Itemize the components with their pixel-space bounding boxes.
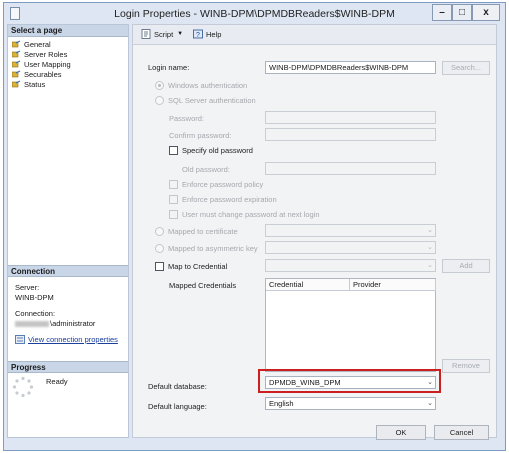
properties-icon <box>15 335 25 344</box>
mapped-credentials-label: Mapped Credentials <box>169 281 237 290</box>
progress-header: Progress <box>8 361 128 373</box>
progress-status: Ready <box>46 377 68 386</box>
enforce-expiration-checkbox[interactable] <box>169 195 178 204</box>
enforce-expiration-label: Enforce password expiration <box>182 195 277 204</box>
password-field[interactable] <box>265 111 436 124</box>
login-name-label: Login name: <box>148 63 190 72</box>
ok-button[interactable]: OK <box>376 425 426 440</box>
chevron-down-icon: ⌄ <box>427 244 433 251</box>
default-language-dropdown[interactable]: English ⌄ <box>265 397 436 410</box>
must-change-checkbox[interactable] <box>169 210 178 219</box>
must-change-label: User must change password at next login <box>182 210 320 219</box>
old-password-label: Old password: <box>182 165 230 174</box>
maximize-button[interactable]: □ <box>452 4 472 21</box>
mapped-to-certificate-label: Mapped to certificate <box>168 227 238 236</box>
script-label: Script <box>154 29 174 39</box>
search-button[interactable]: Search... <box>442 61 490 75</box>
connection-label: Connection: <box>15 309 56 318</box>
page-icon <box>12 80 21 88</box>
sidebar-item-status[interactable]: Status <box>12 79 45 89</box>
select-page-header: Select a page <box>8 25 128 37</box>
mapped-credentials-grid[interactable]: Credential Provider <box>265 278 436 372</box>
old-password-field[interactable] <box>265 162 436 175</box>
page-icon <box>12 50 21 58</box>
confirm-password-field[interactable] <box>265 128 436 141</box>
windows-auth-radio[interactable] <box>155 81 164 90</box>
enforce-policy-checkbox[interactable] <box>169 180 178 189</box>
svg-text:?: ? <box>196 32 200 39</box>
help-icon: ? <box>193 29 203 39</box>
enforce-policy-label: Enforce password policy <box>182 180 264 189</box>
mapped-to-asymmetric-key-label: Mapped to asymmetric key <box>168 244 258 253</box>
close-button[interactable]: x <box>472 4 500 21</box>
redacted-domain <box>15 321 49 328</box>
page-icon <box>12 70 21 78</box>
toolbar: Script ▼ ? Help <box>133 25 496 45</box>
connection-header: Connection <box>8 265 128 277</box>
default-database-label: Default database: <box>148 382 207 391</box>
chevron-down-icon: ▼ <box>177 31 184 37</box>
login-name-field[interactable]: WINB-DPM\DPMDBReaders$WINB-DPM <box>265 61 436 74</box>
connection-account: \administrator <box>50 319 96 328</box>
map-to-credential-label: Map to Credential <box>168 262 228 271</box>
asymmetric-key-dropdown[interactable]: ⌄ <box>265 241 436 254</box>
mapped-to-asymmetric-key-radio[interactable] <box>155 244 164 253</box>
add-credential-button[interactable]: Add <box>442 259 490 273</box>
column-header-credential[interactable]: Credential <box>266 279 350 291</box>
server-value: WINB-DPM <box>15 293 54 302</box>
view-connection-properties-label: View connection properties <box>28 335 118 344</box>
specify-old-password-label: Specify old password <box>182 146 253 155</box>
specify-old-password-checkbox[interactable] <box>169 146 178 155</box>
chevron-down-icon: ⌄ <box>427 400 433 407</box>
map-to-credential-checkbox[interactable] <box>155 262 164 271</box>
connection-value: \administrator <box>15 319 95 328</box>
sidebar-item-label: General <box>24 39 51 49</box>
help-button[interactable]: ? Help <box>193 29 221 39</box>
sql-auth-label: SQL Server authentication <box>168 96 256 105</box>
page-icon <box>12 60 21 68</box>
script-icon <box>141 29 151 39</box>
sidebar-item-general[interactable]: General <box>12 39 51 49</box>
default-language-label: Default language: <box>148 402 207 411</box>
server-label: Server: <box>15 283 40 292</box>
default-language-value: English <box>269 399 294 408</box>
sidebar-item-user-mapping[interactable]: User Mapping <box>12 59 71 69</box>
title-bar[interactable]: Login Properties - WINB-DPM\DPMDBReaders… <box>4 3 505 25</box>
window-title: Login Properties - WINB-DPM\DPMDBReaders… <box>114 8 395 20</box>
sidebar-item-securables[interactable]: Securables <box>12 69 62 79</box>
mapped-to-certificate-radio[interactable] <box>155 227 164 236</box>
progress-spinner-icon <box>12 376 34 398</box>
sidebar-item-label: Securables <box>24 69 62 79</box>
script-button[interactable]: Script ▼ <box>141 29 183 39</box>
confirm-password-label: Confirm password: <box>169 131 232 140</box>
view-connection-properties-link[interactable]: View connection properties <box>15 335 118 344</box>
help-label: Help <box>206 29 222 39</box>
windows-auth-label: Windows authentication <box>168 81 248 90</box>
sql-auth-radio[interactable] <box>155 96 164 105</box>
certificate-dropdown[interactable]: ⌄ <box>265 224 436 237</box>
column-header-provider[interactable]: Provider <box>350 279 436 291</box>
sidebar-item-label: User Mapping <box>24 59 71 69</box>
password-label: Password: <box>169 114 205 123</box>
default-database-highlight <box>258 369 441 393</box>
minimize-button[interactable]: – <box>432 4 452 21</box>
sidebar-item-server-roles[interactable]: Server Roles <box>12 49 67 59</box>
page-icon <box>12 40 21 48</box>
chevron-down-icon: ⌄ <box>427 262 433 269</box>
remove-credential-button[interactable]: Remove <box>442 359 490 373</box>
credential-dropdown[interactable]: ⌄ <box>265 259 436 272</box>
chevron-down-icon: ⌄ <box>427 227 433 234</box>
sidebar-item-label: Server Roles <box>24 49 68 59</box>
sidebar-item-label: Status <box>24 79 46 89</box>
cancel-button[interactable]: Cancel <box>434 425 489 440</box>
